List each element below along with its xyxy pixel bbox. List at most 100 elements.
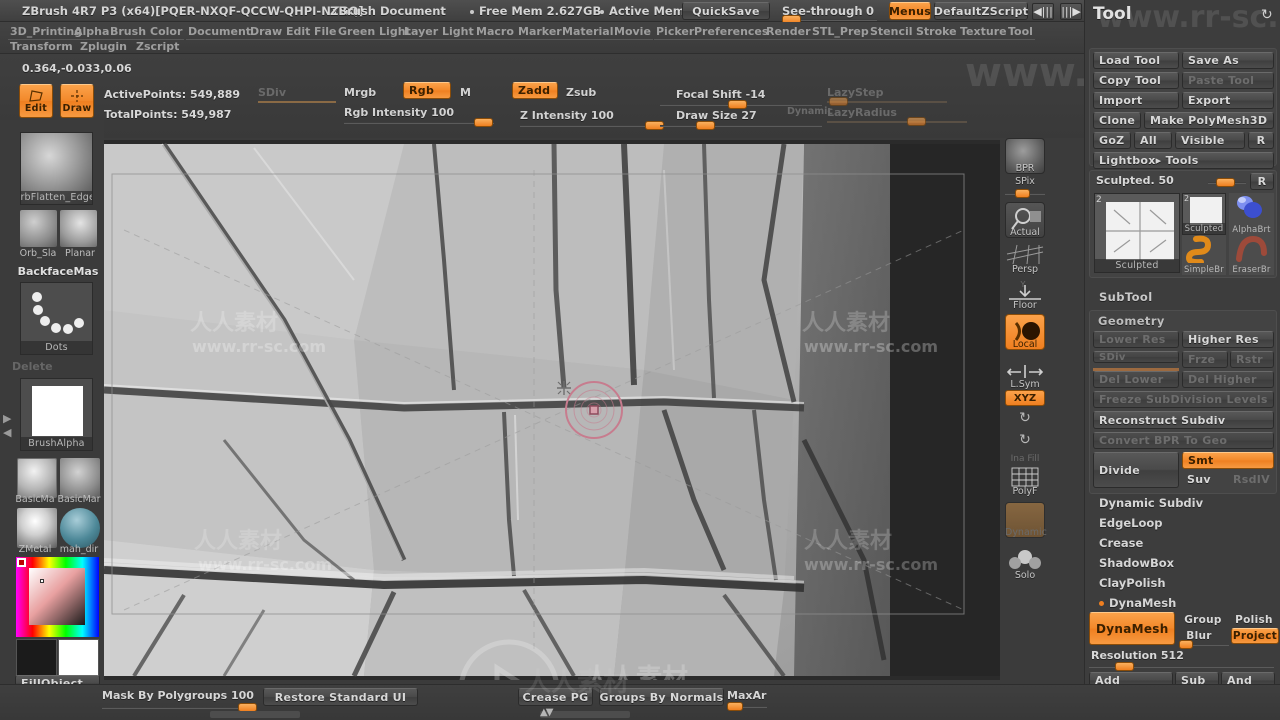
slider-knob[interactable] [1115, 662, 1134, 671]
menu-item-tool[interactable]: Tool [1006, 25, 1035, 40]
geometry-row-shadowbox[interactable]: ShadowBox [1099, 556, 1174, 570]
actual-size-button[interactable]: Actual [1005, 202, 1045, 238]
menu-item-transform[interactable]: Transform [8, 40, 75, 55]
tool-thumb-sculpted-large[interactable]: 2 Sculpted [1094, 193, 1180, 273]
document-canvas[interactable]: www.rr-sc.com www.rr-sc.com www.rr-sc.co… [104, 140, 1000, 680]
rotate-x-icon[interactable]: ↻ [1005, 410, 1045, 426]
menu-item-zplugin[interactable]: Zplugin [78, 40, 129, 55]
stroke-thumbnail[interactable]: Dots [20, 282, 93, 355]
slider-knob[interactable] [1216, 178, 1235, 187]
geometry-section-header[interactable]: Geometry [1098, 314, 1165, 328]
slider-knob[interactable] [829, 97, 848, 106]
geometry-row-claypolish[interactable]: ClayPolish [1099, 576, 1166, 590]
tray-collapse-icon[interactable]: ◀ [3, 426, 11, 439]
horizontal-scroll-nub-2[interactable] [540, 711, 630, 718]
slider-knob[interactable] [474, 118, 493, 127]
goz-button[interactable]: GoZ [1093, 132, 1131, 149]
m-button[interactable]: M [460, 86, 471, 99]
menu-item-render[interactable]: Render [764, 25, 813, 40]
scroll-right-icon[interactable]: |||▶ [1060, 3, 1082, 20]
project-button[interactable]: Project [1231, 628, 1279, 644]
backface-mask-label[interactable]: BackfaceMas [12, 265, 104, 278]
suv-button[interactable]: Suv [1182, 471, 1226, 488]
scroll-arrows-icon[interactable]: ▲▼ [540, 707, 553, 718]
visible-button[interactable]: Visible [1175, 132, 1245, 149]
persp-button[interactable]: Persp [1005, 242, 1045, 275]
export-button[interactable]: Export [1182, 92, 1274, 109]
transp-button[interactable]: Ina Fill [1005, 454, 1045, 464]
menu-item-stroke[interactable]: Stroke [914, 25, 959, 40]
higher-res-button[interactable]: Higher Res [1182, 331, 1274, 348]
menu-item-movie[interactable]: Movie [612, 25, 653, 40]
brush-thumbnail[interactable]: OrbFlatten_Edges [20, 132, 93, 205]
scroll-left-icon[interactable]: ◀||| [1032, 3, 1054, 20]
reconstruct-subdiv-button[interactable]: Reconstruct Subdiv [1093, 411, 1274, 429]
menu-item-zscript[interactable]: Zscript [134, 40, 182, 55]
menu-item-light[interactable]: Light [440, 25, 476, 40]
brush-alt-1-thumbnail[interactable] [20, 210, 57, 247]
spix-slider[interactable] [1005, 188, 1045, 199]
floor-button[interactable]: Y Floor [1005, 278, 1045, 311]
material-4-thumbnail[interactable] [60, 508, 100, 548]
color-picker-square[interactable] [29, 568, 85, 625]
all-button[interactable]: All [1134, 132, 1172, 149]
secondary-color-swatch[interactable] [58, 639, 99, 680]
clone-button[interactable]: Clone [1093, 112, 1141, 129]
geometry-row-edgeloop[interactable]: EdgeLoop [1099, 516, 1162, 530]
horizontal-scroll-nub[interactable] [210, 711, 300, 718]
menu-item-texture[interactable]: Texture [958, 25, 1009, 40]
subtool-section-header[interactable]: SubTool [1099, 290, 1153, 304]
bpr-button[interactable]: BPR [1005, 138, 1045, 174]
menu-item-file[interactable]: File [312, 25, 339, 40]
local-button[interactable]: Local [1005, 314, 1045, 350]
lightbox-tools-button[interactable]: Lightbox▸ Tools [1093, 152, 1274, 169]
local-symmetry-button[interactable]: L.Sym [1005, 362, 1045, 390]
material-1-thumbnail[interactable] [17, 458, 57, 498]
menu-item-macro[interactable]: Macro [474, 25, 516, 40]
primary-color-swatch[interactable] [16, 639, 57, 680]
zsub-button[interactable]: Zsub [566, 86, 596, 99]
color-picker-wheel[interactable] [16, 557, 99, 637]
delete-label[interactable]: Delete [12, 360, 104, 373]
draw-button[interactable]: Draw [60, 84, 94, 118]
tool-thumb-simplebrush[interactable]: SimpleBr [1182, 235, 1226, 275]
maxar-slider[interactable] [727, 701, 767, 712]
slider-knob[interactable] [696, 121, 715, 130]
zadd-button[interactable]: Zadd [512, 82, 558, 99]
reset-icon[interactable]: ↻ [1261, 7, 1273, 23]
slider-knob[interactable] [1179, 640, 1193, 649]
draw-size-slider[interactable] [660, 120, 822, 131]
z-intensity-slider[interactable] [520, 120, 665, 131]
menu-item-alpha[interactable]: Alpha [72, 25, 112, 40]
spix-control[interactable]: SPix [1005, 176, 1045, 199]
menu-item-stl-prep[interactable]: STL_Prep [810, 25, 871, 40]
alpha-thumbnail[interactable]: BrushAlpha [20, 378, 93, 451]
sdiv-slider[interactable] [258, 96, 336, 107]
polish-button[interactable]: Polish [1229, 612, 1279, 627]
rgb-button[interactable]: Rgb [403, 82, 451, 99]
slider-knob[interactable] [1015, 189, 1030, 198]
menu-item-edit[interactable]: Edit [284, 25, 313, 40]
menu-item-marker[interactable]: Marker [516, 25, 564, 40]
edit-button[interactable]: Edit [19, 84, 53, 118]
sculpt-viewport[interactable]: www.rr-sc.com www.rr-sc.com www.rr-sc.co… [104, 140, 1000, 680]
material-3-thumbnail[interactable] [17, 508, 57, 548]
slider-knob[interactable] [727, 702, 743, 711]
tool-r-button[interactable]: R [1250, 173, 1274, 190]
polyframe-button[interactable]: PolyF [1005, 466, 1045, 497]
menu-item-stencil[interactable]: Stencil [868, 25, 915, 40]
menu-item-material[interactable]: Material [560, 25, 616, 40]
rotate-y-icon[interactable]: ↻ [1005, 432, 1045, 448]
load-tool-button[interactable]: Load Tool [1093, 52, 1179, 69]
xyz-button[interactable]: XYZ [1005, 390, 1045, 406]
menu-item-document[interactable]: Document [186, 25, 254, 40]
geometry-row-dynamic-subdiv[interactable]: Dynamic Subdiv [1099, 496, 1203, 510]
tool-slider[interactable] [1208, 177, 1246, 188]
lazyradius-slider[interactable] [827, 116, 967, 127]
menu-item-color[interactable]: Color [148, 25, 185, 40]
group-button[interactable]: Group [1179, 612, 1227, 627]
material-2-thumbnail[interactable] [60, 458, 100, 498]
geometry-row-dynamesh[interactable]: DynaMesh [1099, 596, 1176, 610]
menus-button[interactable]: Menus [889, 2, 931, 20]
import-button[interactable]: Import [1093, 92, 1179, 109]
